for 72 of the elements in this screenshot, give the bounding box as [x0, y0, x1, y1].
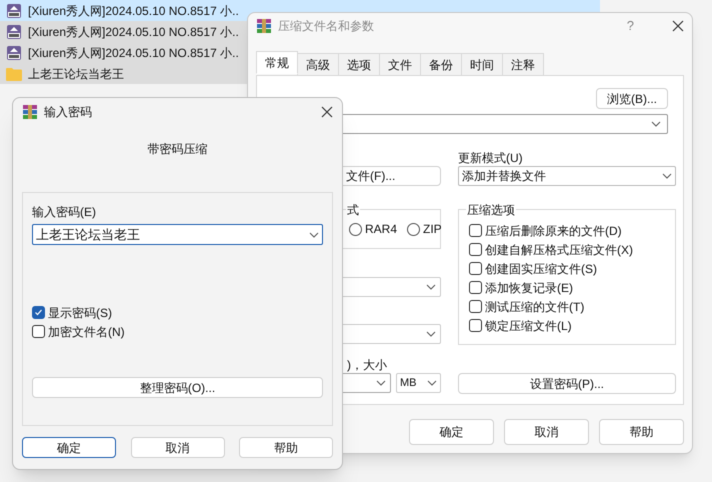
checkbox[interactable] [469, 262, 482, 275]
dialog-heading: 带密码压缩 [148, 141, 208, 158]
checkbox-label: 添加恢复记录(E) [485, 280, 573, 296]
books-icon [22, 104, 38, 120]
tab[interactable]: 时间 [461, 53, 503, 76]
browse-button[interactable]: 浏览(B)... [596, 88, 668, 109]
chevron-down-icon [427, 380, 437, 386]
organize-passwords-button[interactable]: 整理密码(O)... [32, 377, 323, 398]
dialog-button[interactable]: 帮助 [239, 437, 333, 458]
tab[interactable]: 常规 [256, 51, 298, 74]
file-row[interactable]: [Xiuren秀人网]2024.05.10 NO.8517 小.. [0, 21, 250, 42]
dialog-button[interactable]: 确定 [22, 437, 116, 458]
radio-label: RAR4 [365, 221, 398, 238]
file-name: [Xiuren秀人网]2024.05.10 NO.8517 小.. [28, 44, 239, 62]
tab[interactable]: 文件 [379, 53, 421, 76]
file-row[interactable]: 上老王论坛当老王 [0, 63, 250, 84]
combo-value: MB [400, 376, 416, 391]
checkbox[interactable] [469, 281, 482, 294]
chevron-down-icon [426, 331, 436, 337]
checkbox-label: 加密文件名(N) [48, 324, 125, 340]
checkbox-label: 压缩后删除原来的文件(D) [485, 222, 622, 240]
tab[interactable]: 选项 [338, 53, 380, 76]
checkbox[interactable] [469, 300, 482, 313]
archive-file-icon [6, 24, 22, 40]
checkbox[interactable] [32, 325, 45, 338]
dialog-button[interactable]: 取消 [130, 437, 224, 458]
archive-file-icon [6, 44, 22, 60]
field-label: 更新模式(U) [458, 150, 524, 165]
update-mode-combo[interactable]: 添加并替换文件 [458, 166, 676, 186]
archive-file-icon [6, 2, 22, 18]
checkbox-label: 锁定压缩文件(L) [485, 318, 572, 334]
checkbox-label: 创建固实压缩文件(S) [485, 260, 597, 278]
file-row[interactable]: [Xiuren秀人网]2024.05.10 NO.8517 小.. [0, 42, 250, 63]
chevron-down-icon [426, 284, 436, 290]
field-label: )，大小 [346, 357, 388, 372]
set-password-button[interactable]: 设置密码(P)... [458, 373, 676, 394]
checkbox[interactable] [32, 306, 45, 319]
tab[interactable]: 备份 [420, 53, 462, 76]
unit-combo[interactable]: MB [396, 373, 441, 393]
checkmark-icon [34, 308, 43, 317]
chevron-down-icon [309, 232, 319, 238]
chevron-down-icon [662, 173, 672, 179]
close-icon[interactable] [321, 106, 333, 118]
dialog-button[interactable]: 确定 [409, 419, 494, 445]
password-field[interactable]: 上老王论坛当老王 [32, 224, 323, 245]
field-value: 上老王论坛当老王 [36, 226, 140, 244]
radio-button[interactable] [349, 222, 362, 236]
tab[interactable]: 高级 [297, 53, 339, 76]
checkbox-label: 创建自解压格式压缩文件(X) [485, 242, 633, 258]
checkbox-label: 测试压缩的文件(T) [485, 298, 584, 316]
tab[interactable]: 注释 [502, 53, 544, 76]
folder-icon [6, 66, 22, 80]
checkbox-label: 显示密码(S) [48, 304, 112, 322]
file-name: 上老王论坛当老王 [28, 66, 124, 82]
chevron-down-icon [376, 380, 386, 386]
group-label: 压缩选项 [466, 201, 516, 219]
field-label: 输入密码(E) [32, 204, 97, 221]
window-title: 压缩文件名和参数 [278, 18, 375, 35]
window-title: 输入密码 [44, 104, 93, 121]
dialog-button[interactable]: 帮助 [599, 419, 684, 445]
checkbox[interactable] [469, 243, 482, 256]
radio-button[interactable] [407, 222, 420, 236]
file-name: [Xiuren秀人网]2024.05.10 NO.8517 小.. [28, 2, 239, 20]
dialog-button[interactable]: 取消 [504, 419, 589, 445]
close-icon[interactable] [672, 20, 684, 32]
checkbox[interactable] [469, 224, 482, 237]
file-name: [Xiuren秀人网]2024.05.10 NO.8517 小.. [28, 24, 239, 40]
checkbox[interactable] [469, 319, 482, 332]
chevron-down-icon [651, 121, 661, 127]
combo-value: 添加并替换文件 [462, 168, 546, 185]
radio-label: ZIP [423, 221, 442, 238]
books-icon [256, 18, 272, 34]
